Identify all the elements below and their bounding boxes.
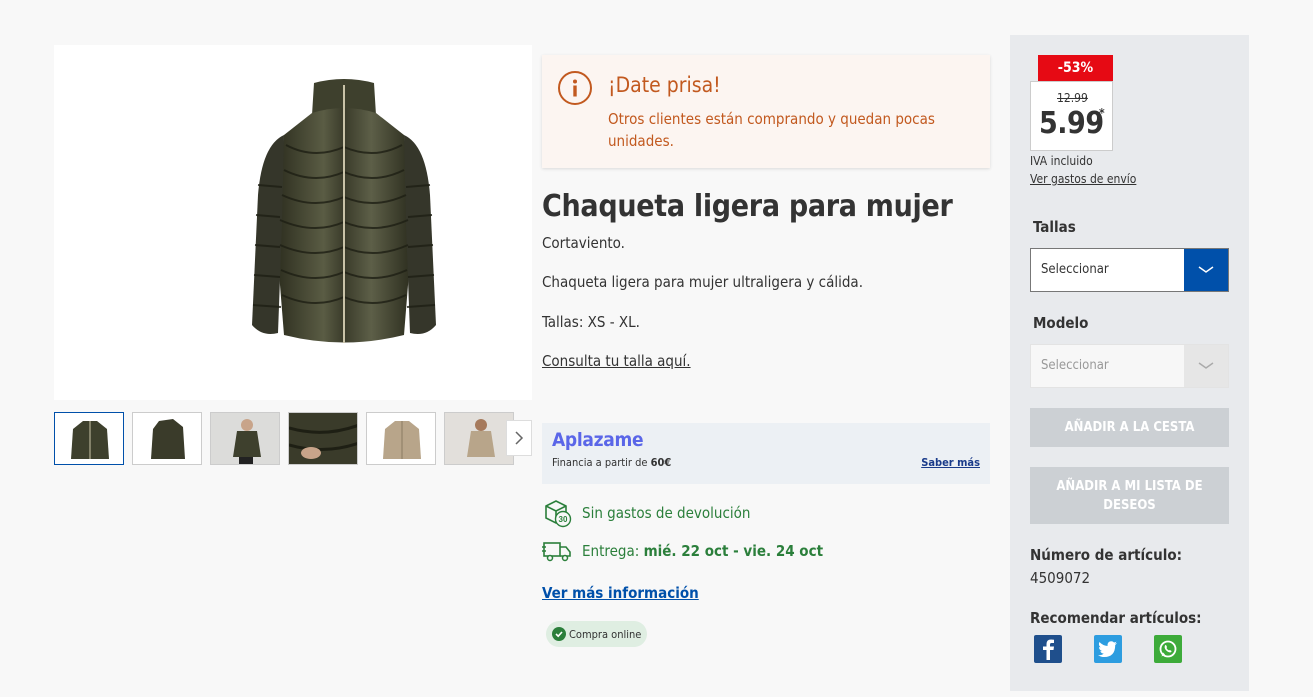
beige-jacket-thumb-icon xyxy=(367,413,435,464)
thumbnail[interactable] xyxy=(444,412,514,465)
price-asterisk: * xyxy=(1099,106,1105,120)
thumbnail[interactable] xyxy=(54,412,124,465)
article-number-label: Número de artículo: xyxy=(1030,546,1182,564)
size-guide-link[interactable]: Consulta tu talla aquí. xyxy=(542,352,691,370)
old-price: 12.99 xyxy=(1057,91,1088,105)
jacket-image xyxy=(252,79,436,343)
product-main-image[interactable] xyxy=(54,45,532,400)
delivery-feature: Entrega: mié. 22 oct - vie. 24 oct xyxy=(542,538,823,564)
thumbnail[interactable] xyxy=(210,412,280,465)
free-returns-text: Sin gastos de devolución xyxy=(582,504,751,522)
hurry-notice: ¡Date prisa! Otros clientes están compra… xyxy=(542,55,990,168)
jacket-thumb-icon xyxy=(55,413,123,464)
thumbnail-next-button[interactable] xyxy=(506,420,532,456)
aplazame-more-link[interactable]: Saber más xyxy=(921,456,980,469)
twitter-icon[interactable] xyxy=(1094,635,1122,663)
jacket-side-thumb-icon xyxy=(133,413,201,464)
online-badge-label: Compra online xyxy=(569,627,642,641)
chevron-right-icon xyxy=(515,431,524,445)
model-select[interactable]: Seleccionar xyxy=(1030,344,1229,388)
aplazame-banner: Aplazame Financia a partir de 60€ Saber … xyxy=(542,423,990,484)
truck-icon xyxy=(542,542,571,562)
recommend-label: Recomendar artículos: xyxy=(1030,609,1202,627)
article-number: 4509072 xyxy=(1030,569,1091,587)
detail-thumb-icon xyxy=(289,413,357,464)
info-icon xyxy=(558,71,592,105)
delivery-label: Entrega: xyxy=(582,542,640,560)
product-title: Chaqueta ligera para mujer xyxy=(542,189,953,224)
whatsapp-icon[interactable] xyxy=(1154,635,1182,663)
price-box: 12.99 5.99 * xyxy=(1030,81,1113,151)
return-box-icon: 30 xyxy=(545,500,572,528)
hurry-title: ¡Date prisa! xyxy=(608,73,721,97)
size-select-value: Seleccionar xyxy=(1041,262,1109,277)
size-select[interactable]: Seleccionar xyxy=(1030,248,1229,292)
online-purchase-badge: Compra online xyxy=(546,621,648,647)
discount-badge: -53% xyxy=(1038,55,1113,81)
more-info-link[interactable]: Ver más información xyxy=(542,584,699,602)
aplazame-text-prefix: Financia a partir de xyxy=(552,456,648,469)
chevron-down-icon[interactable] xyxy=(1184,345,1228,387)
product-sizes-text: Tallas: XS - XL. xyxy=(542,313,640,331)
check-icon xyxy=(552,627,566,641)
current-price: 5.99 xyxy=(1039,106,1104,141)
product-desc-line: Cortaviento. xyxy=(542,234,625,252)
model-label: Modelo xyxy=(1033,314,1089,332)
hurry-text: Otros clientes están comprando y quedan … xyxy=(608,110,935,150)
return-days-label: 30 xyxy=(559,515,568,524)
delivery-dates: mié. 22 oct - vie. 24 oct xyxy=(643,542,824,560)
add-to-cart-button[interactable]: AÑADIR A LA CESTA xyxy=(1030,408,1229,447)
aplazame-amount: 60€ xyxy=(650,456,672,469)
beige-model-thumb-icon xyxy=(445,413,513,464)
shipping-costs-link[interactable]: Ver gastos de envío xyxy=(1030,172,1136,186)
model-select-value: Seleccionar xyxy=(1041,358,1109,373)
free-returns-feature: 30 Sin gastos de devolución xyxy=(542,498,750,528)
add-to-wishlist-button[interactable]: AÑADIR A MI LISTA DE DESEOS xyxy=(1030,467,1229,524)
model-thumb-icon xyxy=(211,413,279,464)
aplazame-financing-text: Financia a partir de 60€ xyxy=(552,456,671,469)
facebook-icon[interactable] xyxy=(1034,635,1062,663)
aplazame-logo: Aplazame xyxy=(552,429,644,451)
thumbnail[interactable] xyxy=(366,412,436,465)
product-desc-line: Chaqueta ligera para mujer ultraligera y… xyxy=(542,273,863,291)
vat-note: IVA incluido xyxy=(1030,154,1093,168)
purchase-panel: -53% 12.99 5.99 * IVA incluido Ver gasto… xyxy=(1010,35,1249,691)
thumbnail[interactable] xyxy=(132,412,202,465)
sizes-label: Tallas xyxy=(1033,218,1076,236)
chevron-down-icon[interactable] xyxy=(1184,249,1228,291)
thumbnail[interactable] xyxy=(288,412,358,465)
thumbnail-strip xyxy=(54,412,532,466)
